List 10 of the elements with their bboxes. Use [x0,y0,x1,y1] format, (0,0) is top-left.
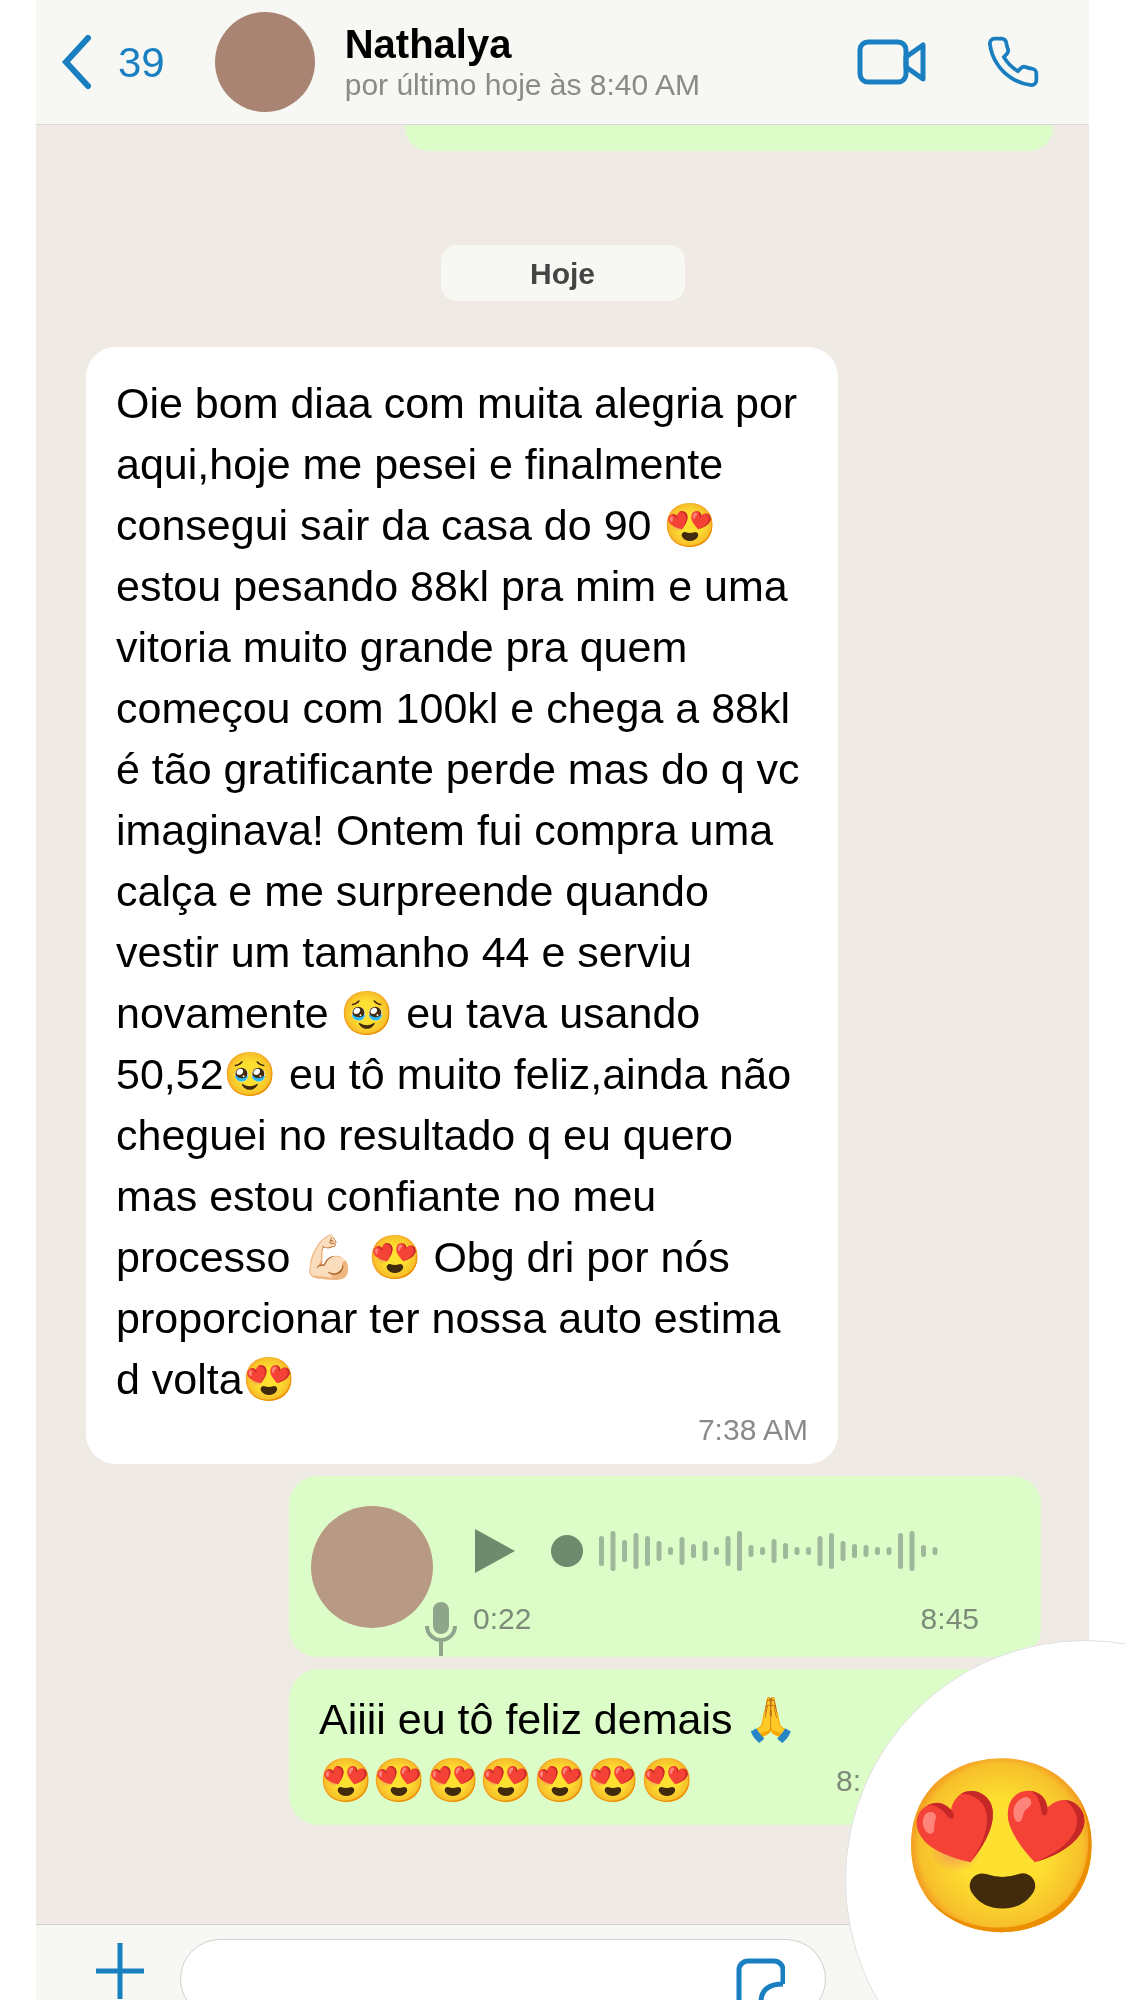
emoji-row-text: 😍😍😍😍😍😍😍 [319,1755,694,1806]
message-time: 8:45 [920,1601,979,1637]
message-text: Oie bom diaa com muita alegria por aqui,hoje me pesei e finalmente consegui sair da casa do 90 😍 estou pesando 88kl pra mim e uma vitoria muito grande pra quem começou com 100kl e chega a 88kl é tão gratificante perde mas do q vc imaginava! Ontem fui compra uma calça e me surpreende quando vestir um tamanho 44 e serviu novamente 🥹 eu tava usando 50,52🥹 eu tô muito feliz,ainda não cheguei no resultado q eu quero mas estou confiante no meu processo 💪🏻 😍 Obg dri por nós proporcionar ter nossa auto estima d volta😍 [116,378,801,1405]
audio-duration: 0:22 [473,1601,532,1637]
emoji-preview: 😍 [896,1751,1108,1941]
date-label: Hoje [440,245,685,301]
message-text: Aiiii eu tô feliz demais 🙏 [319,1694,799,1745]
last-seen-status: por último hoje às 8:40 AM [344,67,700,103]
message-time: 8: [835,1763,861,1799]
message-time: 7:38 AM [697,1412,808,1448]
